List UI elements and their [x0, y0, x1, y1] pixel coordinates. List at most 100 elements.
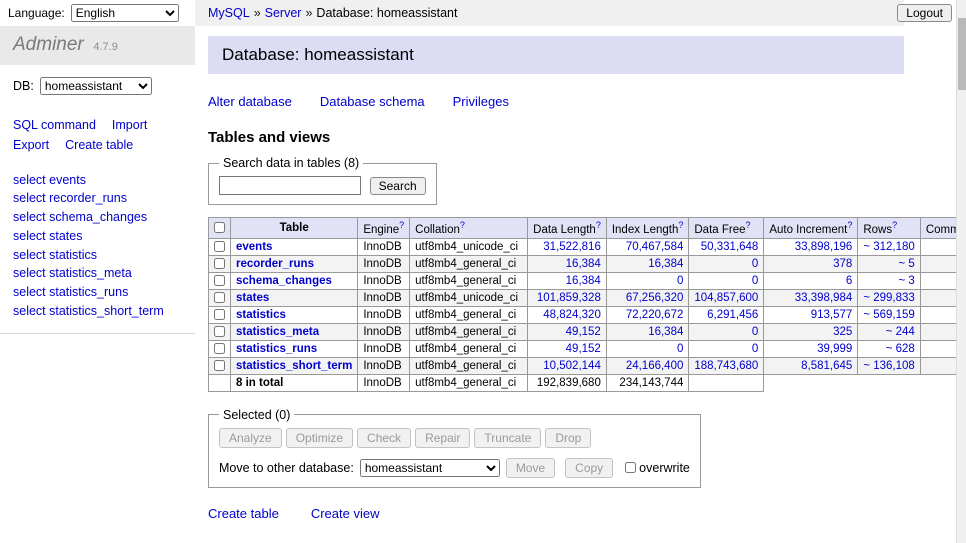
create-link[interactable]: Create table — [208, 506, 279, 521]
sidebar-table-link[interactable]: select recorder_runs — [13, 189, 182, 208]
sidebar-table-link[interactable]: select states — [13, 227, 182, 246]
value-link[interactable]: 48,824,320 — [543, 309, 601, 321]
help-link[interactable]: ? — [746, 220, 751, 230]
move-button[interactable]: Move — [506, 458, 555, 478]
value-link[interactable]: ~ 299,833 — [863, 292, 914, 304]
search-button[interactable]: Search — [370, 177, 426, 195]
value-link[interactable]: ~ 244 — [886, 326, 915, 338]
breadcrumb-link[interactable]: Server — [265, 6, 302, 20]
value-link[interactable]: 378 — [833, 258, 852, 270]
value-link[interactable]: 72,220,672 — [626, 309, 684, 321]
value-link[interactable]: 16,384 — [648, 326, 683, 338]
sidebar-link[interactable]: SQL command — [13, 118, 96, 132]
row-checkbox[interactable] — [214, 343, 225, 354]
operation-button[interactable]: Optimize — [286, 428, 353, 448]
table-name-link[interactable]: events — [236, 241, 272, 253]
logout-button[interactable]: Logout — [897, 4, 952, 22]
sidebar-table-link[interactable]: select statistics_meta — [13, 264, 182, 283]
value-link[interactable]: ~ 312,180 — [863, 241, 914, 253]
value-link[interactable]: 67,256,320 — [626, 292, 684, 304]
create-link[interactable]: Create view — [311, 506, 380, 521]
value-link[interactable]: 24,166,400 — [626, 360, 684, 372]
vertical-scrollbar[interactable] — [956, 0, 966, 543]
value-link[interactable]: 16,384 — [566, 258, 601, 270]
value-link[interactable]: 0 — [752, 326, 758, 338]
move-db-select[interactable]: homeassistant — [360, 459, 500, 477]
operation-button[interactable]: Check — [357, 428, 411, 448]
value-link[interactable]: 31,522,816 — [543, 241, 601, 253]
value-link[interactable]: 16,384 — [648, 258, 683, 270]
table-name-link[interactable]: states — [236, 292, 269, 304]
row-checkbox[interactable] — [214, 241, 225, 252]
value-link[interactable]: 8,581,645 — [801, 360, 852, 372]
table-name-link[interactable]: recorder_runs — [236, 258, 314, 270]
sidebar-table-link[interactable]: select schema_changes — [13, 208, 182, 227]
row-checkbox[interactable] — [214, 326, 225, 337]
value-link[interactable]: 0 — [677, 275, 683, 287]
scrollbar-thumb[interactable] — [958, 18, 966, 90]
value-link[interactable]: 0 — [752, 343, 758, 355]
value-link[interactable]: 10,502,144 — [543, 360, 601, 372]
operation-button[interactable]: Drop — [545, 428, 591, 448]
value-link[interactable]: 0 — [677, 343, 683, 355]
select-all-checkbox[interactable] — [214, 222, 225, 233]
help-link[interactable]: ? — [847, 220, 852, 230]
table-name-link[interactable]: statistics_short_term — [236, 360, 352, 372]
value-link[interactable]: ~ 569,159 — [863, 309, 914, 321]
row-checkbox[interactable] — [214, 360, 225, 371]
sidebar-link[interactable]: Import — [112, 118, 147, 132]
table-name-link[interactable]: statistics_runs — [236, 343, 317, 355]
copy-button[interactable]: Copy — [565, 458, 613, 478]
search-input[interactable] — [219, 176, 361, 195]
value-link[interactable]: ~ 628 — [886, 343, 915, 355]
value-link[interactable]: 49,152 — [566, 326, 601, 338]
value-link[interactable]: 325 — [833, 326, 852, 338]
sidebar-table-link[interactable]: select statistics_short_term — [13, 302, 182, 321]
sidebar-table-link[interactable]: select statistics_runs — [13, 283, 182, 302]
value-link[interactable]: 16,384 — [566, 275, 601, 287]
help-link[interactable]: ? — [678, 220, 683, 230]
value-link[interactable]: 33,898,196 — [795, 241, 853, 253]
table-name-link[interactable]: statistics_meta — [236, 326, 319, 338]
value-link[interactable]: 101,859,328 — [537, 292, 601, 304]
operation-button[interactable]: Analyze — [219, 428, 282, 448]
value-link[interactable]: 70,467,584 — [626, 241, 684, 253]
row-checkbox[interactable] — [214, 292, 225, 303]
operation-button[interactable]: Truncate — [474, 428, 541, 448]
help-link[interactable]: ? — [460, 220, 465, 230]
language-select[interactable]: English — [71, 4, 179, 22]
db-action-link[interactable]: Alter database — [208, 94, 292, 109]
help-link[interactable]: ? — [892, 220, 897, 230]
value-link[interactable]: 6,291,456 — [707, 309, 758, 321]
value-link[interactable]: 913,577 — [811, 309, 853, 321]
sidebar-link[interactable]: Create table — [65, 138, 133, 152]
row-checkbox[interactable] — [214, 258, 225, 269]
db-select[interactable]: homeassistant — [40, 77, 152, 95]
value-link[interactable]: 104,857,600 — [694, 292, 758, 304]
db-action-link[interactable]: Privileges — [453, 94, 509, 109]
sidebar-table-link[interactable]: select events — [13, 171, 182, 190]
value-link[interactable]: ~ 3 — [899, 275, 915, 287]
value-link[interactable]: 33,398,984 — [795, 292, 853, 304]
value-link[interactable]: ~ 5 — [899, 258, 915, 270]
value-link[interactable]: 0 — [752, 258, 758, 270]
overwrite-checkbox[interactable] — [625, 462, 636, 473]
value-link[interactable]: ~ 136,108 — [863, 360, 914, 372]
operation-button[interactable]: Repair — [415, 428, 470, 448]
help-link[interactable]: ? — [399, 220, 404, 230]
table-name-link[interactable]: schema_changes — [236, 275, 332, 287]
value-link[interactable]: 0 — [752, 275, 758, 287]
value-link[interactable]: 6 — [846, 275, 852, 287]
breadcrumb-link[interactable]: MySQL — [208, 6, 250, 20]
value-link[interactable]: 50,331,648 — [701, 241, 759, 253]
value-link[interactable]: 49,152 — [566, 343, 601, 355]
db-action-link[interactable]: Database schema — [320, 94, 425, 109]
row-checkbox[interactable] — [214, 275, 225, 286]
value-link[interactable]: 188,743,680 — [694, 360, 758, 372]
table-name-link[interactable]: statistics — [236, 309, 286, 321]
sidebar-link[interactable]: Export — [13, 138, 49, 152]
help-link[interactable]: ? — [596, 220, 601, 230]
value-link[interactable]: 39,999 — [817, 343, 852, 355]
sidebar-table-link[interactable]: select statistics — [13, 246, 182, 265]
row-checkbox[interactable] — [214, 309, 225, 320]
